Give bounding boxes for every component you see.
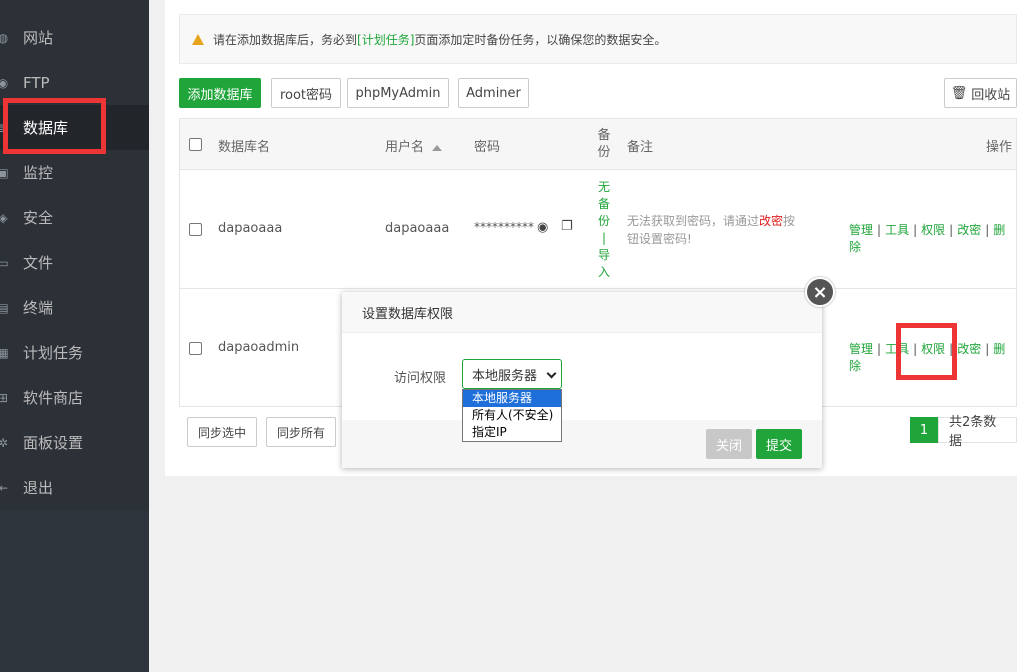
access-options-list: 本地服务器 所有人(不安全) 指定IP <box>462 389 562 442</box>
adminer-button[interactable]: Adminer <box>458 78 529 108</box>
manage-link[interactable]: 管理 <box>849 342 873 356</box>
sidebar-item-label: 文件 <box>23 254 54 272</box>
close-icon[interactable]: × <box>805 277 835 307</box>
gear-icon: ✲ <box>0 435 9 450</box>
sidebar-item-website[interactable]: ◍ 网站 <box>0 15 149 60</box>
sidebar-item-security[interactable]: ◈ 安全 <box>0 195 149 240</box>
sidebar-item-files[interactable]: ▭ 文件 <box>0 240 149 285</box>
dialog-footer: 关闭 提交 <box>342 420 822 468</box>
option-everyone[interactable]: 所有人(不安全) <box>463 407 561 424</box>
access-select[interactable]: 本地服务器 <box>462 359 562 389</box>
access-label: 访问权限 <box>394 371 447 386</box>
root-password-button[interactable]: root密码 <box>271 78 341 108</box>
submit-button[interactable]: 提交 <box>756 429 802 459</box>
apps-icon: ⊞ <box>0 390 9 405</box>
select-all-checkbox[interactable] <box>189 138 202 151</box>
op-separator: | <box>985 342 990 356</box>
chevron-down-icon <box>546 368 557 379</box>
notice-suffix: 页面添加定时备份任务，以确保您的数据安全。 <box>414 32 667 47</box>
calendar-icon: ▦ <box>0 345 9 360</box>
sidebar-item-monitor[interactable]: ▣ 监控 <box>0 150 149 195</box>
close-button[interactable]: 关闭 <box>706 429 752 459</box>
permission-link[interactable]: 权限 <box>921 223 945 237</box>
row-checkbox[interactable] <box>189 223 202 236</box>
highlight-box-permission <box>896 323 957 380</box>
sidebar-item-appstore[interactable]: ⊞ 软件商店 <box>0 375 149 420</box>
sync-selected-button[interactable]: 同步选中 <box>187 417 257 447</box>
shield-icon: ◈ <box>0 210 8 225</box>
col-username[interactable]: 用户名 <box>385 136 443 155</box>
change-password-link[interactable]: 改密 <box>957 223 981 237</box>
phpmyadmin-button[interactable]: phpMyAdmin <box>347 78 449 108</box>
op-separator: | <box>949 223 954 237</box>
row-db-name: dapaoaaa <box>218 221 283 236</box>
col-username-label: 用户名 <box>385 140 425 155</box>
table-row: dapaoaaa dapaoaaa ********** ◉ ❐ 无备份 | 导入 … <box>180 170 1016 289</box>
recycle-bin-label: 回收站 <box>971 87 1011 103</box>
dialog-title: 设置数据库权限 <box>342 292 822 333</box>
warning-icon <box>192 33 204 45</box>
sidebar-item-settings[interactable]: ✲ 面板设置 <box>0 420 149 465</box>
sidebar-item-label: 计划任务 <box>23 344 84 362</box>
sidebar-item-label: 终端 <box>23 299 54 317</box>
op-separator: | <box>913 223 918 237</box>
sidebar-item-cron[interactable]: ▦ 计划任务 <box>0 330 149 375</box>
remark-text: 无法获取到密码，请通过 <box>627 214 760 228</box>
tools-link[interactable]: 工具 <box>885 223 909 237</box>
row-db-name: dapaoadmin <box>218 340 300 355</box>
row-checkbox[interactable] <box>189 342 202 355</box>
sidebar-item-label: FTP <box>23 73 50 92</box>
page-number[interactable]: 1 <box>910 417 938 443</box>
sidebar-item-label: 安全 <box>23 209 54 227</box>
cron-link[interactable]: [计划任务] <box>357 31 414 48</box>
change-password-link[interactable]: 改密 <box>957 342 981 356</box>
highlight-box-database <box>3 98 106 154</box>
option-local-server[interactable]: 本地服务器 <box>463 390 561 407</box>
terminal-icon: ▤ <box>0 300 9 315</box>
notice-prefix: 请在添加数据库后，务必到 <box>213 32 358 47</box>
row-password: ********** <box>474 220 534 234</box>
row-remark: 无法获取到密码，请通过改密按钮设置密码! <box>627 212 797 248</box>
copy-icon[interactable]: ❐ <box>561 219 573 234</box>
access-select-value: 本地服务器 <box>472 368 538 384</box>
row-backup-status[interactable]: 无备份 | 导入 <box>597 179 611 281</box>
op-separator: | <box>985 223 990 237</box>
remark-change-pwd[interactable]: 改密 <box>759 214 783 228</box>
ftp-icon: ◉ <box>0 75 9 90</box>
sort-asc-icon <box>432 144 443 151</box>
col-db-name: 数据库名 <box>218 140 271 155</box>
op-separator: | <box>877 342 882 356</box>
option-specific-ip[interactable]: 指定IP <box>463 424 561 441</box>
sync-all-button[interactable]: 同步所有 <box>266 417 336 447</box>
col-remark: 备注 <box>627 140 654 155</box>
manage-link[interactable]: 管理 <box>849 223 873 237</box>
eye-icon[interactable]: ◉ <box>537 220 548 235</box>
logout-icon: ⇤ <box>0 480 9 495</box>
sidebar-lower-area <box>0 510 149 672</box>
sidebar-item-label: 网站 <box>23 29 54 47</box>
table-header: 数据库名 用户名 密码 备份 备注 操作 <box>180 119 1016 170</box>
add-database-button[interactable]: 添加数据库 <box>179 78 261 108</box>
backup-notice: 请在添加数据库后，务必到 [计划任务] 页面添加定时备份任务，以确保您的数据安全。 <box>179 14 1017 64</box>
row-username: dapaoaaa <box>385 221 450 236</box>
total-count: 共2条数据 <box>938 415 1017 449</box>
sidebar-item-label: 监控 <box>23 164 54 182</box>
row-operations: 管理 | 工具 | 权限 | 改密 | 删除 <box>849 221 1016 255</box>
globe-icon: ◍ <box>0 30 9 45</box>
recycle-bin-button[interactable]: 🗑 回收站 <box>944 78 1017 108</box>
folder-icon: ▭ <box>0 255 9 270</box>
sidebar-item-terminal[interactable]: ▤ 终端 <box>0 285 149 330</box>
sidebar-item-logout[interactable]: ⇤ 退出 <box>0 465 149 510</box>
col-backup: 备份 <box>597 128 611 160</box>
permission-dialog: 设置数据库权限 × 访问权限 本地服务器 关闭 提交 <box>342 277 835 468</box>
sidebar-item-label: 退出 <box>23 479 54 497</box>
sidebar-item-label: 面板设置 <box>23 434 84 452</box>
monitor-icon: ▣ <box>0 165 9 180</box>
op-separator: | <box>877 223 882 237</box>
sidebar-item-label: 软件商店 <box>23 389 84 407</box>
trash-icon: 🗑 <box>950 85 968 101</box>
col-password: 密码 <box>474 140 501 155</box>
col-operations: 操作 <box>986 140 1013 155</box>
